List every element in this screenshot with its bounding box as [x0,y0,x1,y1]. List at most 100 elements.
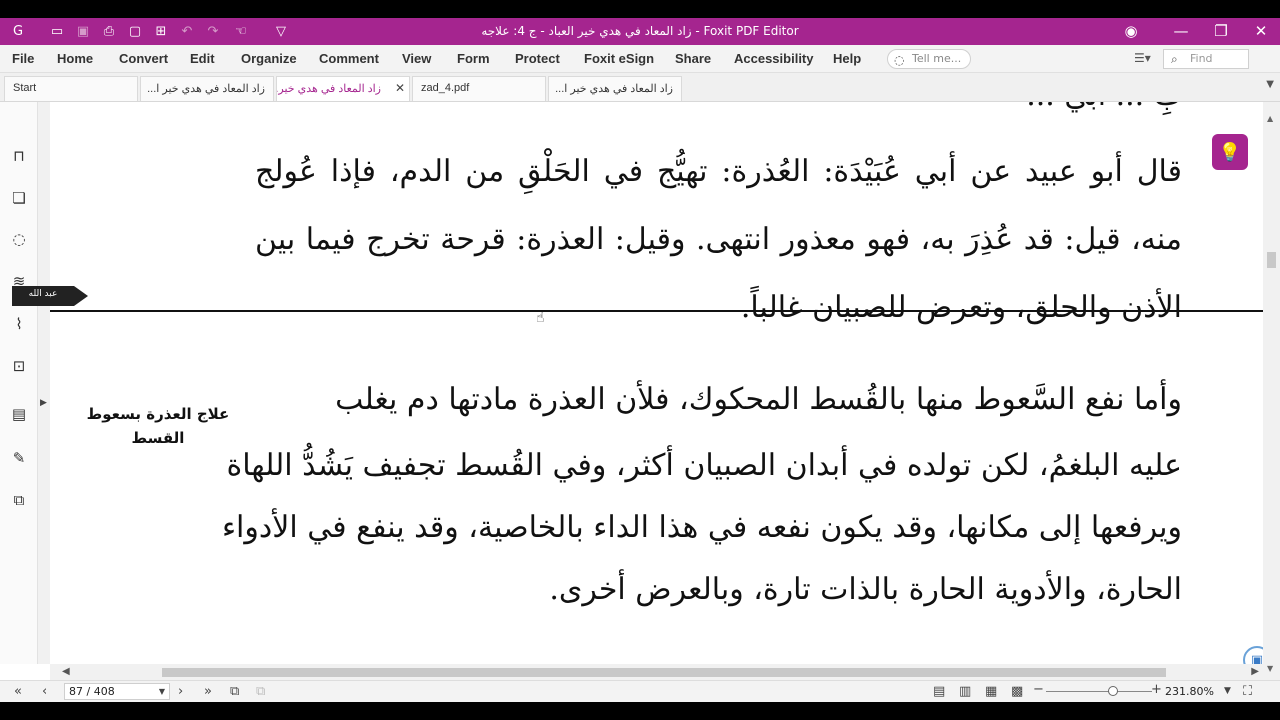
paragraph1-line1: قال أبو عبيد عن أبي عُبَيْدَة: العُذرة: … [255,154,1182,189]
menu-share[interactable]: Share [675,51,711,66]
zoom-in-icon[interactable]: + [1151,682,1162,697]
menu-home[interactable]: Home [57,51,93,66]
signatures-icon[interactable]: ✎ [9,448,29,468]
panel-expander[interactable]: ▶ [38,102,50,664]
undo-icon[interactable]: ↶ [178,22,196,40]
foxit-logo-icon[interactable]: G [9,22,27,40]
continuous-facing-icon[interactable]: ▩ [1011,684,1023,699]
scroll-right-icon[interactable]: ▶ [1251,666,1259,677]
search-options-icon[interactable]: ☰▾ [1134,51,1151,65]
zoom-out-icon[interactable]: − [1033,682,1044,697]
zoom-slider-knob[interactable] [1108,686,1118,696]
vertical-scrollbar[interactable]: ▲ ▼ [1263,102,1280,680]
paragraph2-line3: ويرفعها إلى مكانها، وقد يكون نفعه في هذا… [221,510,1182,545]
margin-note: علاج العذرة بسعوط القسط [86,405,230,447]
foxit-window: G ▭ ▣ ⎙ ▢ ⊞ ↶ ↷ ☜ ▽ زاد المعاد في هدي خي… [0,18,1280,702]
horizontal-scroll-thumb[interactable] [162,668,1166,677]
menu-file[interactable]: File [12,51,34,66]
continuous-page-icon[interactable]: ▥ [959,684,971,699]
paragraph2-line2: عليه البلغمُ، لكن تولده في أبدان الصبيان… [226,448,1182,483]
menu-protect[interactable]: Protect [515,51,560,66]
lightbulb-icon: 💡 [1218,141,1242,163]
hand-cursor-icon: ☝ [536,310,545,326]
comments-icon[interactable]: ◌ [9,229,29,249]
page-thumbnails-icon[interactable]: ❏ [9,188,29,208]
paragraph1-line3: الأذن والحلق، وتعرض للصبيان غالباً. [740,290,1182,325]
document-view[interactable]: بِ ... أبي ... قال أبو عبيد عن أبي عُبَي… [50,102,1263,664]
menu-view[interactable]: View [402,51,431,66]
tell-me-input[interactable]: ◌ Tell me... [887,49,971,69]
save-icon[interactable]: ▣ [74,22,92,40]
destinations-icon[interactable]: ⧉ [9,490,29,510]
zoom-slider[interactable] [1046,686,1152,696]
menu-help[interactable]: Help [833,51,861,66]
title-bar: G ▭ ▣ ⎙ ▢ ⊞ ↶ ↷ ☜ ▽ زاد المعاد في هدي خي… [0,18,1280,45]
account-icon[interactable]: ◉ [1116,21,1146,41]
close-tab-icon[interactable]: ✕ [395,81,405,95]
scroll-up-icon[interactable]: ▲ [1267,114,1273,123]
paragraph1-line2: منه، قيل: قد عُذِرَ به، فهو معذور انتهى.… [255,222,1182,257]
page-number-value: 87 / 408 [69,685,115,698]
tab-document-2[interactable]: زاد المعاد في هدي خير... ✕ [276,76,410,101]
zoom-dropdown-icon[interactable]: ▼ [1224,686,1231,696]
facing-page-icon[interactable]: ▦ [985,684,997,699]
expand-arrow-icon: ▶ [40,398,47,408]
vertical-scroll-thumb[interactable] [1267,252,1276,268]
paragraph2-line4: الحارة، والأدوية الحارة بالذات تارة، وبا… [549,572,1182,607]
horizontal-scrollbar[interactable]: ◀ ▶ [50,664,1263,680]
search-icon: ⌕ [1171,52,1178,66]
first-page-icon[interactable]: « [14,684,22,699]
bookmark-icon[interactable]: ⊓ [9,146,29,166]
truncated-line: بِ ... أبي ... [255,102,1182,118]
tab-start[interactable]: Start [4,76,138,101]
single-page-icon[interactable]: ▤ [933,684,945,699]
menu-foxit-esign[interactable]: Foxit eSign [584,51,654,66]
hand-tool-icon[interactable]: ☜ [232,22,250,40]
tell-me-placeholder: Tell me... [912,52,962,65]
customize-quick-access-icon[interactable]: ▽ [272,22,290,40]
attachments-icon[interactable]: ⌇ [9,314,29,334]
security-icon[interactable]: ⊡ [9,356,29,376]
tab-zad-4-pdf[interactable]: zad_4.pdf [412,76,546,101]
lightbulb-icon: ◌ [894,53,905,67]
find-input[interactable]: ⌕ Find [1163,49,1249,69]
new-page-icon[interactable]: ⊞ [152,22,170,40]
next-view-icon[interactable]: ⧉ [256,684,265,699]
new-document-icon[interactable]: ▢ [126,22,144,40]
fullscreen-icon[interactable]: ⛶ [1243,684,1252,699]
tab-label: زاد المعاد في هدي خير... [276,83,381,95]
last-page-icon[interactable]: » [204,684,212,699]
previous-view-icon[interactable]: ⧉ [230,684,239,699]
document-tab-bar: Start زاد المعاد في هدي خير ا... زاد الم… [0,73,1280,102]
menu-accessibility[interactable]: Accessibility [734,51,814,66]
scroll-left-icon[interactable]: ◀ [62,666,70,677]
minimize-button[interactable]: — [1166,21,1196,41]
scroll-down-icon[interactable]: ▼ [1267,664,1273,673]
content-icon[interactable]: ▤ [9,404,29,424]
tab-label: zad_4.pdf [421,82,470,94]
menu-organize[interactable]: Organize [241,51,297,66]
tab-list-dropdown-icon[interactable]: ▼ [1266,79,1274,90]
print-icon[interactable]: ⎙ [100,22,118,40]
zoom-value[interactable]: 231.80% [1165,685,1214,698]
previous-page-icon[interactable]: ‹ [42,684,47,699]
open-folder-icon[interactable]: ▭ [48,22,66,40]
menu-edit[interactable]: Edit [190,51,215,66]
tab-document-1[interactable]: زاد المعاد في هدي خير ا... [140,76,274,101]
menu-form[interactable]: Form [457,51,490,66]
page-number-input[interactable]: 87 / 408 ▼ [64,683,170,700]
find-placeholder: Find [1190,52,1213,65]
tab-document-4[interactable]: زاد المعاد في هدي خير ا... [548,76,682,101]
redo-icon[interactable]: ↷ [204,22,222,40]
close-button[interactable]: ✕ [1246,21,1276,41]
navigation-panel: ⊓ ❏ ◌ ≋ ⌇ ⊡ ▤ ✎ ⧉ [0,102,38,664]
paragraph2-line1: وأما نفع السَّعوط منها بالقُسط المحكوك، … [335,382,1182,417]
menu-convert[interactable]: Convert [119,51,168,66]
menu-comment[interactable]: Comment [319,51,379,66]
ai-assistant-button[interactable]: 💡 [1212,134,1248,170]
bookmark-flag[interactable]: عبد الله [12,284,90,308]
next-page-icon[interactable]: › [178,684,183,699]
restore-button[interactable]: ❐ [1206,21,1236,41]
horizontal-rule [50,310,1263,312]
page-dropdown-icon[interactable]: ▼ [159,684,165,699]
